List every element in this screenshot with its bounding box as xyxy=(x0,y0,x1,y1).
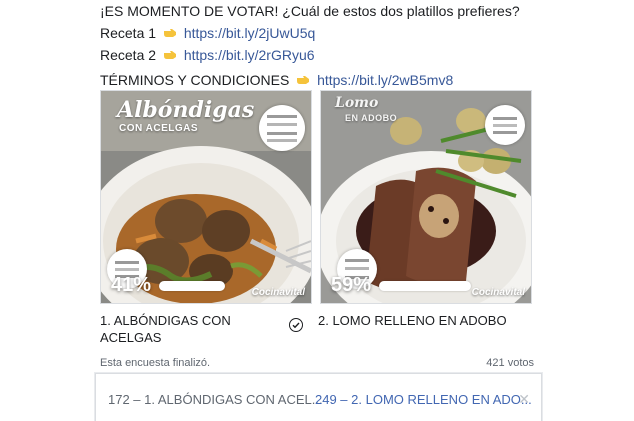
close-icon[interactable]: ✕ xyxy=(518,391,530,408)
result-option-2[interactable]: 249 – 2. LOMO RELLENO EN ADO... xyxy=(315,392,532,407)
terms-link[interactable]: https://bit.ly/2wB5mv8 xyxy=(317,72,453,88)
receta-2-label: Receta 2 xyxy=(100,47,157,63)
receta-2-line: Receta 2 https://bit.ly/2rGRyu6 xyxy=(100,44,620,66)
recipe-info-stamp xyxy=(259,105,305,151)
poll-option-1-image[interactable]: Albóndigas CON ACELGAS 41% Cocinavital xyxy=(100,90,312,304)
pointing-right-hand-icon xyxy=(163,51,176,59)
poll-status: Esta encuesta finalizó. 421 votos xyxy=(100,357,534,369)
option-2-percent: 59% xyxy=(331,274,372,296)
receta-1-line: Receta 1 https://bit.ly/2jUwU5q xyxy=(100,22,620,44)
terms-label: TÉRMINOS Y CONDICIONES xyxy=(100,72,290,88)
poll-status-text: Esta encuesta finalizó. xyxy=(100,357,211,369)
option-1-subtitle: CON ACELGAS xyxy=(119,123,199,134)
post-headline: ¡ES MOMENTO DE VOTAR! ¿Cuál de estos dos… xyxy=(100,3,520,19)
poll-vote-count: 421 votos xyxy=(486,357,534,369)
option-1-percent-bar xyxy=(159,281,225,291)
winner-video-badge xyxy=(485,105,525,145)
receta-1-link[interactable]: https://bit.ly/2jUwU5q xyxy=(184,25,316,41)
result-option-1: 172 – 1. ALBÓNDIGAS CON ACEL... xyxy=(108,392,323,407)
terms-line: TÉRMINOS Y CONDICIONES https://bit.ly/2w… xyxy=(100,69,620,91)
option-2-percent-bar xyxy=(379,281,471,291)
pointing-right-hand-icon xyxy=(163,29,176,37)
option-1-percent: 41% xyxy=(111,274,152,296)
post-text: ¡ES MOMENTO DE VOTAR! ¿Cuál de estos dos… xyxy=(100,0,620,91)
receta-1-label: Receta 1 xyxy=(100,25,157,41)
option-1-brand: Cocinavital xyxy=(251,287,305,298)
option-2-subtitle: EN ADOBO xyxy=(345,113,398,123)
poll-option-2-label[interactable]: 2. LOMO RELLENO EN ADOBO xyxy=(318,312,538,329)
selected-check-icon xyxy=(289,318,303,332)
pointing-right-hand-icon xyxy=(297,76,310,84)
option-2-title: Lomo xyxy=(335,95,379,111)
option-1-title: Albóndigas xyxy=(117,97,255,123)
results-bar: 172 – 1. ALBÓNDIGAS CON ACEL... 249 – 2.… xyxy=(95,373,542,421)
poll-option-1-label[interactable]: 1. ALBÓNDIGAS CON ACELGAS xyxy=(100,312,270,346)
receta-2-link[interactable]: https://bit.ly/2rGRyu6 xyxy=(184,47,315,63)
poll-option-2-image[interactable]: Lomo EN ADOBO 59% Cocinavital xyxy=(320,90,532,304)
option-2-brand: Cocinavital xyxy=(471,287,525,298)
